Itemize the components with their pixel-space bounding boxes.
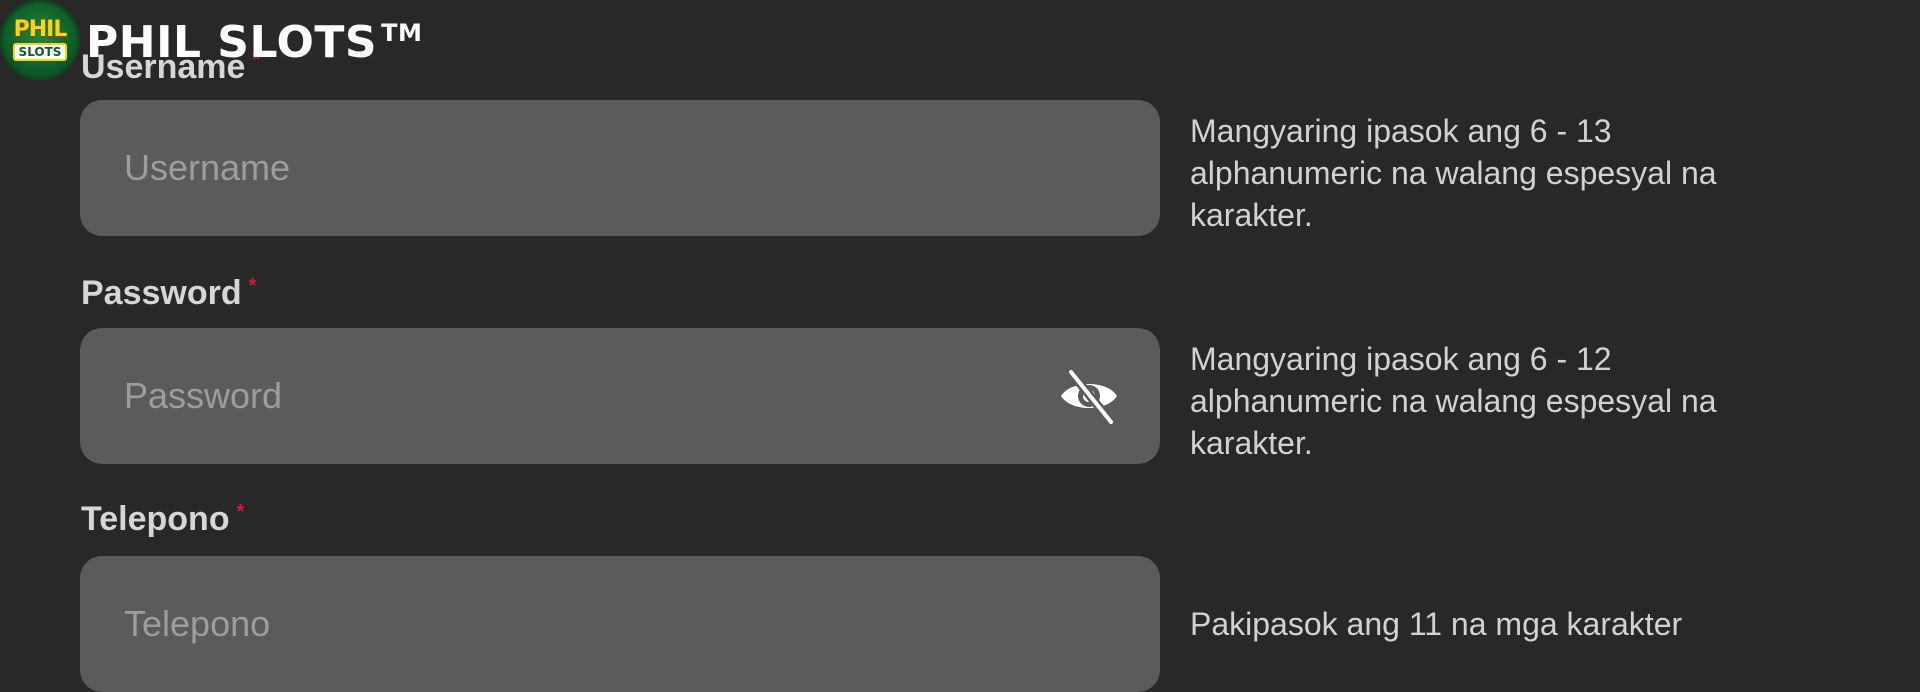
- password-label-text: Password: [81, 274, 242, 312]
- brand-name-text: PHIL SLOTS: [86, 16, 378, 68]
- password-visibility-toggle[interactable]: [1056, 368, 1122, 424]
- phone-input[interactable]: [124, 556, 1116, 692]
- username-field[interactable]: [80, 100, 1160, 236]
- phone-required-mark: *: [236, 500, 245, 523]
- password-hint: Mangyaring ipasok ang 6 - 12 alphanumeri…: [1190, 341, 1717, 461]
- logo-badge: PHIL SLOTS: [0, 0, 80, 80]
- trademark: TM: [381, 18, 423, 47]
- username-hint: Mangyaring ipasok ang 6 - 13 alphanumeri…: [1190, 113, 1717, 233]
- logo-bottom-text: SLOTS: [12, 43, 68, 61]
- password-required-mark: *: [248, 274, 257, 297]
- brand-name: PHIL SLOTS TM: [86, 17, 422, 68]
- phone-hint: Pakipasok ang 11 na mga karakter: [1190, 606, 1683, 642]
- password-label: Password *: [81, 274, 256, 313]
- phone-label: Telepono *: [81, 500, 244, 539]
- logo-top-text: PHIL: [13, 17, 68, 42]
- username-input[interactable]: [124, 100, 1116, 236]
- password-input[interactable]: [124, 328, 1056, 464]
- phone-label-text: Telepono: [81, 500, 230, 538]
- brand-logo[interactable]: PHIL SLOTS PHIL SLOTS TM: [0, 0, 422, 80]
- phone-field[interactable]: [80, 556, 1160, 692]
- eye-off-icon: [1061, 368, 1117, 424]
- password-field[interactable]: [80, 328, 1160, 464]
